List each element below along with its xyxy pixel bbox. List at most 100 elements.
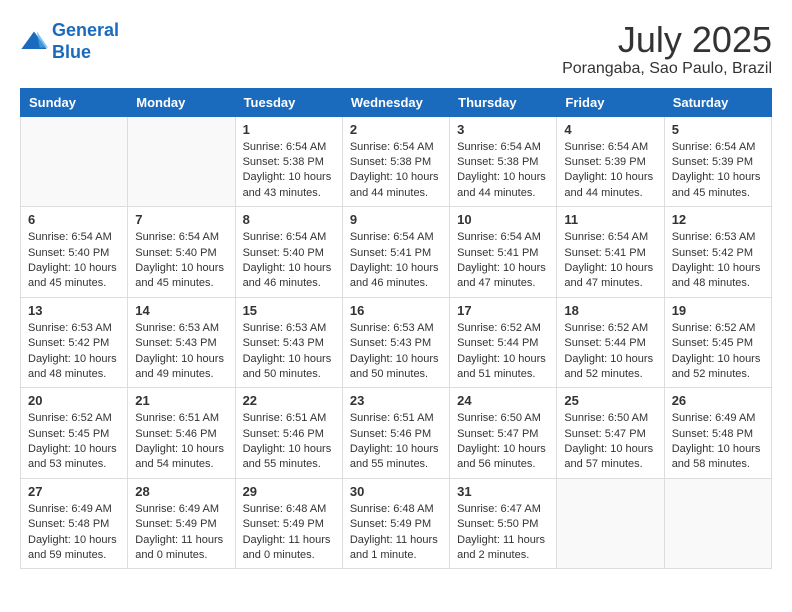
logo-line2: Blue bbox=[52, 42, 91, 62]
day-info: Sunrise: 6:52 AM Sunset: 5:44 PM Dayligh… bbox=[564, 321, 656, 383]
calendar-cell: 30Sunrise: 6:48 AM Sunset: 5:49 PM Dayli… bbox=[342, 478, 449, 569]
day-number: 5 bbox=[672, 122, 764, 137]
day-number: 1 bbox=[243, 122, 335, 137]
day-info: Sunrise: 6:54 AM Sunset: 5:38 PM Dayligh… bbox=[350, 140, 442, 202]
weekday-header-sunday: Sunday bbox=[21, 88, 128, 116]
day-number: 27 bbox=[28, 484, 120, 499]
day-info: Sunrise: 6:54 AM Sunset: 5:41 PM Dayligh… bbox=[350, 230, 442, 292]
day-info: Sunrise: 6:52 AM Sunset: 5:45 PM Dayligh… bbox=[28, 411, 120, 473]
day-number: 4 bbox=[564, 122, 656, 137]
day-number: 26 bbox=[672, 393, 764, 408]
day-number: 25 bbox=[564, 393, 656, 408]
day-number: 8 bbox=[243, 212, 335, 227]
calendar-cell: 8 Sunrise: 6:54 AM Sunset: 5:40 PM Daylig… bbox=[235, 207, 342, 298]
logo-line1: General bbox=[52, 20, 119, 40]
calendar-cell: 18 Sunrise: 6:52 AM Sunset: 5:44 PM Dayli… bbox=[557, 297, 664, 388]
day-info: Sunrise: 6:51 AM Sunset: 5:46 PM Dayligh… bbox=[350, 411, 442, 473]
day-number: 19 bbox=[672, 303, 764, 318]
calendar-cell: 12Sunrise: 6:53 AM Sunset: 5:42 PM Dayli… bbox=[664, 207, 771, 298]
week-row-1: 1 Sunrise: 6:54 AM Sunset: 5:38 PM Daylig… bbox=[21, 116, 772, 207]
day-number: 11 bbox=[564, 212, 656, 227]
day-number: 3 bbox=[457, 122, 549, 137]
day-number: 31 bbox=[457, 484, 549, 499]
title-section: July 2025 Porangaba, Sao Paulo, Brazil bbox=[562, 20, 772, 78]
day-info: Sunrise: 6:48 AM Sunset: 5:49 PM Dayligh… bbox=[243, 502, 335, 564]
calendar-cell: 23 Sunrise: 6:51 AM Sunset: 5:46 PM Dayli… bbox=[342, 388, 449, 479]
calendar-cell: 25Sunrise: 6:50 AM Sunset: 5:47 PM Dayli… bbox=[557, 388, 664, 479]
calendar-table: SundayMondayTuesdayWednesdayThursdayFrid… bbox=[20, 88, 772, 570]
day-number: 12 bbox=[672, 212, 764, 227]
calendar-cell: 21Sunrise: 6:51 AM Sunset: 5:46 PM Dayli… bbox=[128, 388, 235, 479]
day-number: 21 bbox=[135, 393, 227, 408]
location: Porangaba, Sao Paulo, Brazil bbox=[562, 60, 772, 78]
day-number: 22 bbox=[243, 393, 335, 408]
logo-icon bbox=[20, 28, 48, 56]
day-info: Sunrise: 6:53 AM Sunset: 5:42 PM Dayligh… bbox=[28, 321, 120, 383]
day-number: 14 bbox=[135, 303, 227, 318]
day-number: 9 bbox=[350, 212, 442, 227]
day-info: Sunrise: 6:54 AM Sunset: 5:41 PM Dayligh… bbox=[564, 230, 656, 292]
day-number: 2 bbox=[350, 122, 442, 137]
day-info: Sunrise: 6:49 AM Sunset: 5:49 PM Dayligh… bbox=[135, 502, 227, 564]
calendar-cell bbox=[557, 478, 664, 569]
day-number: 28 bbox=[135, 484, 227, 499]
day-number: 20 bbox=[28, 393, 120, 408]
calendar-cell: 27 Sunrise: 6:49 AM Sunset: 5:48 PM Dayli… bbox=[21, 478, 128, 569]
day-number: 16 bbox=[350, 303, 442, 318]
day-number: 23 bbox=[350, 393, 442, 408]
calendar-cell: 13 Sunrise: 6:53 AM Sunset: 5:42 PM Dayli… bbox=[21, 297, 128, 388]
calendar-cell: 29 Sunrise: 6:48 AM Sunset: 5:49 PM Dayli… bbox=[235, 478, 342, 569]
day-info: Sunrise: 6:54 AM Sunset: 5:40 PM Dayligh… bbox=[135, 230, 227, 292]
calendar-header-row: SundayMondayTuesdayWednesdayThursdayFrid… bbox=[21, 88, 772, 116]
day-info: Sunrise: 6:54 AM Sunset: 5:39 PM Dayligh… bbox=[672, 140, 764, 202]
calendar-cell: 22 Sunrise: 6:51 AM Sunset: 5:46 PM Dayli… bbox=[235, 388, 342, 479]
day-info: Sunrise: 6:52 AM Sunset: 5:45 PM Dayligh… bbox=[672, 321, 764, 383]
day-number: 10 bbox=[457, 212, 549, 227]
day-info: Sunrise: 6:49 AM Sunset: 5:48 PM Dayligh… bbox=[28, 502, 120, 564]
day-info: Sunrise: 6:54 AM Sunset: 5:40 PM Dayligh… bbox=[243, 230, 335, 292]
day-number: 30 bbox=[350, 484, 442, 499]
weekday-header-tuesday: Tuesday bbox=[235, 88, 342, 116]
weekday-header-monday: Monday bbox=[128, 88, 235, 116]
day-info: Sunrise: 6:53 AM Sunset: 5:43 PM Dayligh… bbox=[350, 321, 442, 383]
calendar-cell: 24Sunrise: 6:50 AM Sunset: 5:47 PM Dayli… bbox=[450, 388, 557, 479]
calendar-cell: 6 Sunrise: 6:54 AM Sunset: 5:40 PM Daylig… bbox=[21, 207, 128, 298]
logo-text: General Blue bbox=[52, 20, 119, 63]
page-header: General Blue July 2025 Porangaba, Sao Pa… bbox=[20, 20, 772, 78]
calendar-cell: 15Sunrise: 6:53 AM Sunset: 5:43 PM Dayli… bbox=[235, 297, 342, 388]
day-info: Sunrise: 6:54 AM Sunset: 5:41 PM Dayligh… bbox=[457, 230, 549, 292]
day-number: 29 bbox=[243, 484, 335, 499]
calendar-cell: 1 Sunrise: 6:54 AM Sunset: 5:38 PM Daylig… bbox=[235, 116, 342, 207]
calendar-cell bbox=[21, 116, 128, 207]
week-row-3: 13 Sunrise: 6:53 AM Sunset: 5:42 PM Dayli… bbox=[21, 297, 772, 388]
calendar-cell: 31Sunrise: 6:47 AM Sunset: 5:50 PM Dayli… bbox=[450, 478, 557, 569]
calendar-cell: 7Sunrise: 6:54 AM Sunset: 5:40 PM Daylig… bbox=[128, 207, 235, 298]
day-number: 6 bbox=[28, 212, 120, 227]
calendar-cell: 4 Sunrise: 6:54 AM Sunset: 5:39 PM Daylig… bbox=[557, 116, 664, 207]
weekday-header-thursday: Thursday bbox=[450, 88, 557, 116]
calendar-cell: 28 Sunrise: 6:49 AM Sunset: 5:49 PM Dayli… bbox=[128, 478, 235, 569]
calendar-cell: 2 Sunrise: 6:54 AM Sunset: 5:38 PM Daylig… bbox=[342, 116, 449, 207]
day-info: Sunrise: 6:50 AM Sunset: 5:47 PM Dayligh… bbox=[457, 411, 549, 473]
calendar-cell: 20 Sunrise: 6:52 AM Sunset: 5:45 PM Dayli… bbox=[21, 388, 128, 479]
day-number: 15 bbox=[243, 303, 335, 318]
day-number: 18 bbox=[564, 303, 656, 318]
day-number: 13 bbox=[28, 303, 120, 318]
week-row-4: 20 Sunrise: 6:52 AM Sunset: 5:45 PM Dayli… bbox=[21, 388, 772, 479]
day-info: Sunrise: 6:54 AM Sunset: 5:38 PM Dayligh… bbox=[243, 140, 335, 202]
calendar-cell: 19 Sunrise: 6:52 AM Sunset: 5:45 PM Dayli… bbox=[664, 297, 771, 388]
day-info: Sunrise: 6:54 AM Sunset: 5:39 PM Dayligh… bbox=[564, 140, 656, 202]
weekday-header-saturday: Saturday bbox=[664, 88, 771, 116]
weekday-header-friday: Friday bbox=[557, 88, 664, 116]
day-info: Sunrise: 6:51 AM Sunset: 5:46 PM Dayligh… bbox=[243, 411, 335, 473]
week-row-5: 27 Sunrise: 6:49 AM Sunset: 5:48 PM Dayli… bbox=[21, 478, 772, 569]
calendar-cell: 10 Sunrise: 6:54 AM Sunset: 5:41 PM Dayli… bbox=[450, 207, 557, 298]
calendar-cell: 16 Sunrise: 6:53 AM Sunset: 5:43 PM Dayli… bbox=[342, 297, 449, 388]
day-info: Sunrise: 6:52 AM Sunset: 5:44 PM Dayligh… bbox=[457, 321, 549, 383]
day-info: Sunrise: 6:54 AM Sunset: 5:40 PM Dayligh… bbox=[28, 230, 120, 292]
logo: General Blue bbox=[20, 20, 119, 63]
week-row-2: 6 Sunrise: 6:54 AM Sunset: 5:40 PM Daylig… bbox=[21, 207, 772, 298]
calendar-cell: 14Sunrise: 6:53 AM Sunset: 5:43 PM Dayli… bbox=[128, 297, 235, 388]
day-info: Sunrise: 6:49 AM Sunset: 5:48 PM Dayligh… bbox=[672, 411, 764, 473]
calendar-cell bbox=[128, 116, 235, 207]
